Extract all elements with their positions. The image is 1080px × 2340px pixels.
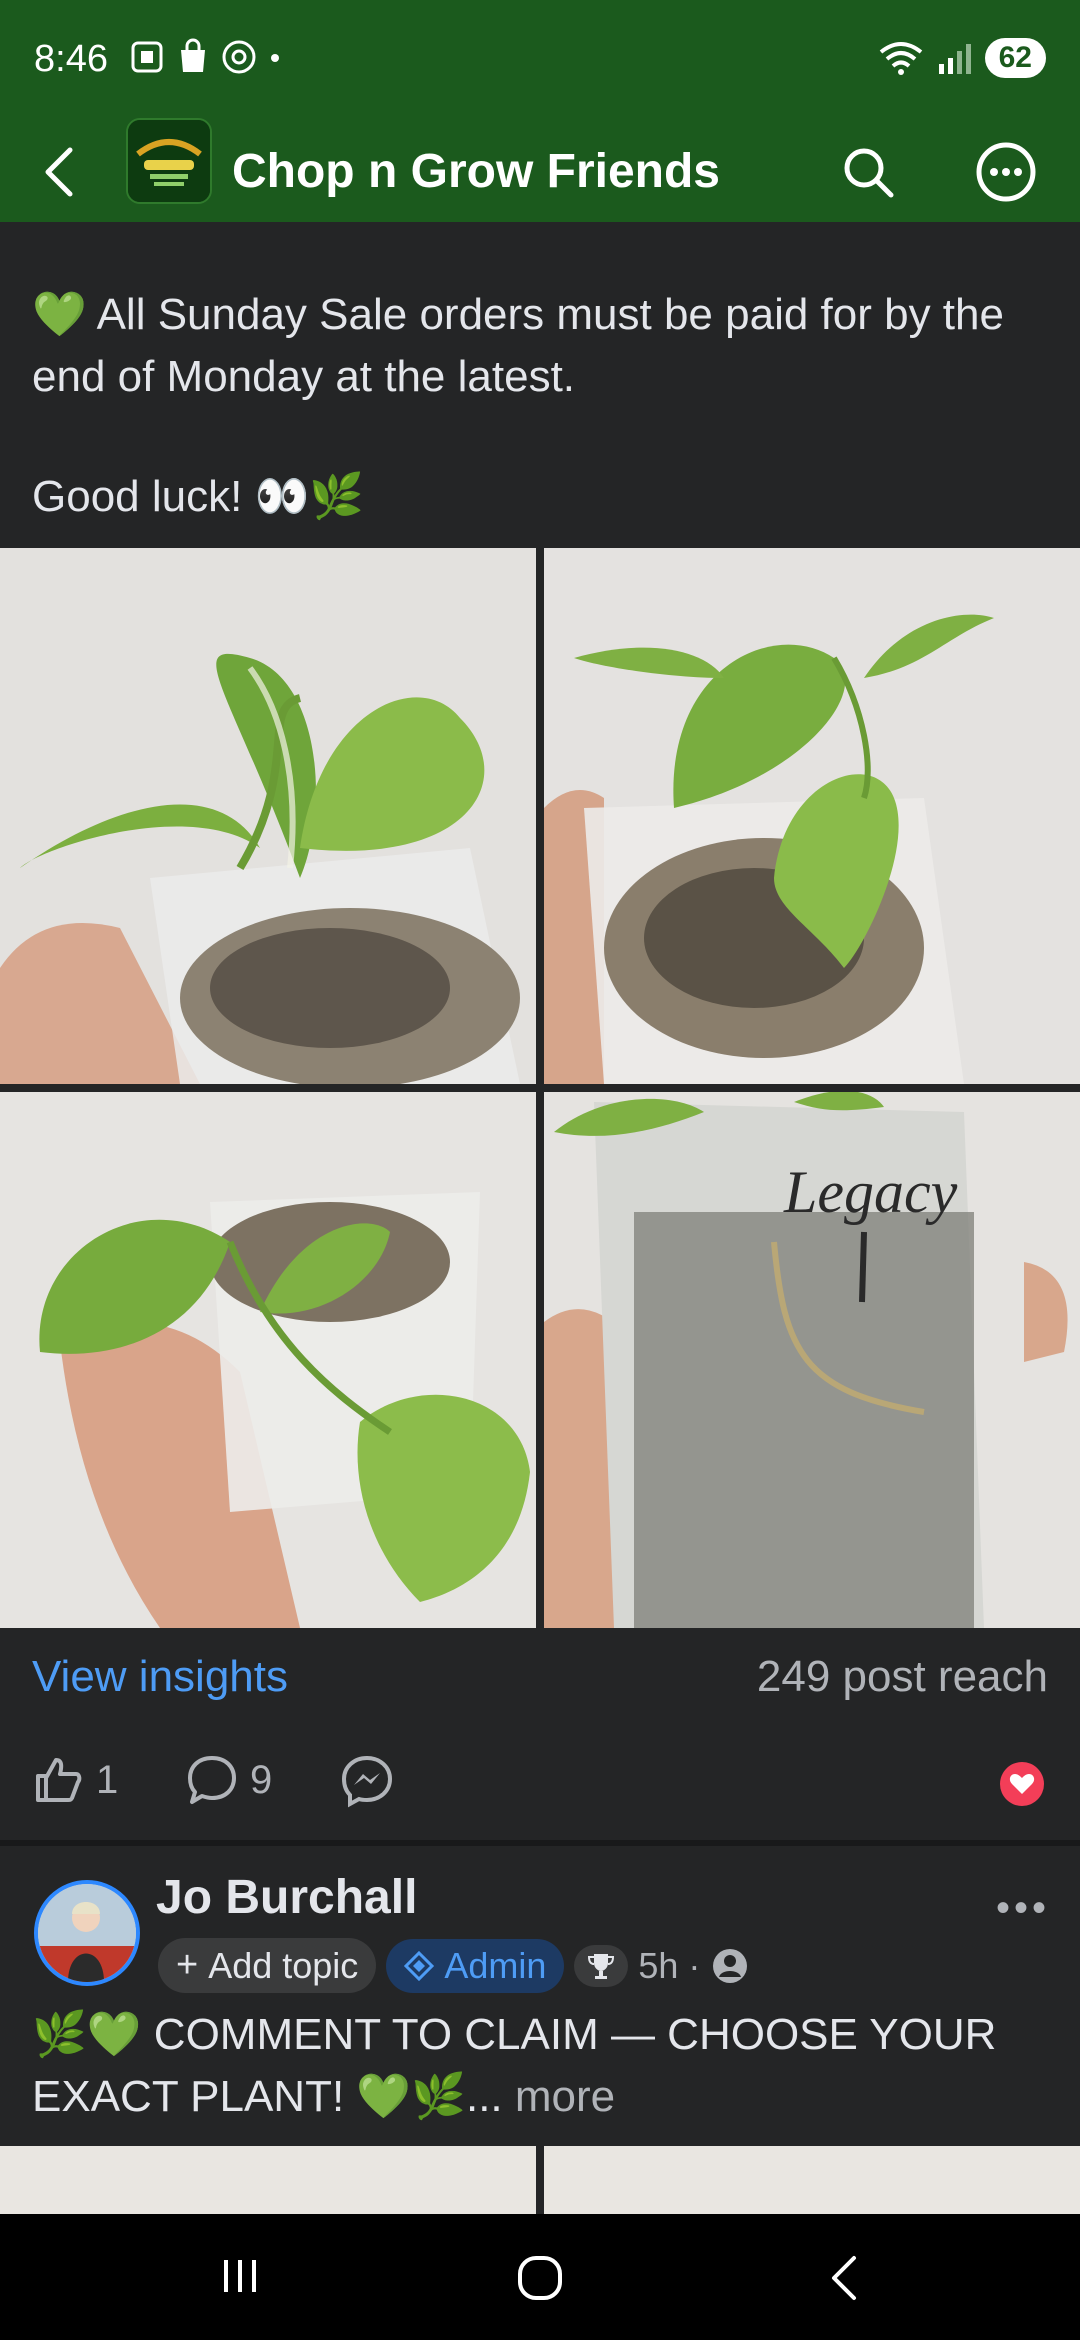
like-button[interactable]: 1 — [32, 1754, 118, 1806]
comment-button[interactable]: 9 — [186, 1754, 272, 1806]
status-bar: 8:46 62 — [0, 0, 1080, 122]
preview-photo-right — [544, 2146, 1080, 2214]
admin-diamond-icon — [404, 1950, 435, 1981]
legacy-label: Legacy — [783, 1159, 958, 1225]
group-logo[interactable] — [126, 118, 212, 204]
photo-grid: Legacy — [0, 548, 1080, 1628]
group-title[interactable]: Chop n Grow Friends — [232, 132, 720, 212]
post-text-line2: Good luck! 👀🌿 — [32, 472, 365, 521]
post-text-line1: 💚 All Sunday Sale orders must be paid fo… — [32, 290, 1004, 401]
share-messenger-button[interactable] — [340, 1754, 394, 1808]
author-name[interactable]: Jo Burchall — [156, 1870, 417, 1925]
plant-photo-3[interactable] — [0, 1092, 536, 1628]
plant-photo-1[interactable] — [0, 548, 536, 1084]
home-icon[interactable] — [516, 2254, 564, 2302]
post-body: 💚 All Sunday Sale orders must be paid fo… — [32, 284, 1052, 528]
trophy-icon — [588, 1953, 615, 1979]
post-more-options-icon[interactable]: ••• — [996, 1886, 1050, 1931]
view-insights-link[interactable]: View insights — [32, 1652, 288, 1702]
messenger-icon — [341, 1755, 393, 1808]
screenshot-icon — [131, 41, 163, 73]
battery-level: 62 — [984, 38, 1046, 78]
plus-icon: + — [176, 1944, 199, 1986]
post-reach: 249 post reach — [756, 1652, 1048, 1701]
like-count: 1 — [96, 1757, 119, 1802]
group-logo-art — [128, 120, 210, 202]
status-right: 62 — [877, 38, 1046, 78]
more-options-icon[interactable] — [974, 140, 1038, 204]
add-topic-label: Add topic — [208, 1944, 359, 1986]
wifi-icon — [879, 42, 922, 75]
plant-photo-2[interactable] — [544, 548, 1080, 1084]
status-time: 8:46 — [34, 38, 108, 80]
post2-text: 🌿💚 COMMENT TO CLAIM — CHOOSE YOUR EXACT … — [32, 2004, 1052, 2128]
threads-icon — [222, 40, 256, 74]
see-more-link[interactable]: more — [515, 2072, 615, 2121]
recent-apps-icon[interactable] — [218, 2254, 262, 2298]
search-icon[interactable] — [840, 144, 896, 200]
signal-icon — [938, 44, 971, 74]
next-post-photo-preview[interactable] — [0, 2146, 1080, 2214]
comment-icon — [188, 1756, 236, 1804]
thumbs-up-icon — [36, 1758, 82, 1802]
author-avatar[interactable] — [34, 1880, 140, 1986]
plant-photo-4[interactable]: Legacy — [544, 1092, 1080, 1628]
meta-separator: · — [688, 1944, 701, 1986]
dot-icon — [271, 54, 279, 62]
post-time: 5h — [638, 1944, 679, 1986]
comment-count: 9 — [250, 1757, 273, 1802]
love-reaction-icon[interactable] — [1000, 1762, 1044, 1806]
system-navigation-bar — [0, 2214, 1080, 2340]
back-icon[interactable] — [824, 2254, 864, 2302]
post-divider — [0, 1840, 1080, 1846]
shop-icon — [181, 38, 205, 72]
notification-icons — [128, 38, 282, 76]
post-meta: + Add topic Admin 5h · — [158, 1938, 750, 1993]
back-arrow-icon[interactable] — [40, 144, 80, 200]
admin-label: Admin — [444, 1944, 547, 1986]
members-privacy-icon — [713, 1948, 748, 1983]
preview-photo-left — [0, 2146, 536, 2214]
post-actions: 1 9 — [0, 1746, 1080, 1826]
trophy-badge[interactable] — [574, 1944, 629, 1987]
admin-badge[interactable]: Admin — [386, 1938, 565, 1993]
add-topic-chip[interactable]: + Add topic — [158, 1938, 377, 1993]
